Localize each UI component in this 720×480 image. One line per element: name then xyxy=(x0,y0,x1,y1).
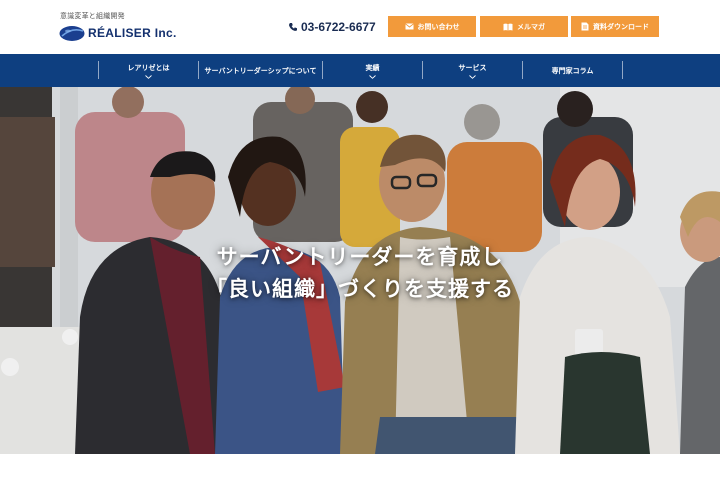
book-icon xyxy=(503,23,513,31)
chevron-down-icon xyxy=(145,74,152,79)
logo-text: RÉALISER Inc. xyxy=(88,26,177,40)
contact-button[interactable]: お問い合わせ xyxy=(388,16,476,37)
page-bottom-area xyxy=(0,454,720,480)
phone-number: 03-6722-6677 xyxy=(301,20,376,34)
download-button[interactable]: 資料ダウンロード xyxy=(571,16,659,37)
site-logo[interactable]: RÉALISER Inc. xyxy=(59,22,177,44)
main-nav: レアリゼとは サーバントリーダーシップについて 実績 サービス 専門家コラム xyxy=(0,54,720,87)
chevron-down-icon xyxy=(469,74,476,79)
download-button-label: 資料ダウンロード xyxy=(593,22,649,31)
site-header: 意識変革と組織開発 RÉALISER Inc. 03-6722-6677 お問い… xyxy=(0,0,720,54)
nav-item-about[interactable]: レアリゼとは xyxy=(99,54,198,87)
site-tagline: 意識変革と組織開発 xyxy=(60,12,125,20)
nav-item-label: サービス xyxy=(458,63,487,72)
nav-item-column[interactable]: 専門家コラム xyxy=(523,54,622,87)
phone-contact[interactable]: 03-6722-6677 xyxy=(288,19,376,35)
mailmag-button-label: メルマガ xyxy=(517,22,545,31)
nav-item-label: 専門家コラム xyxy=(551,66,594,75)
mailmag-button[interactable]: メルマガ xyxy=(480,16,568,37)
hero-headline-line1: サーバントリーダーを育成し xyxy=(216,245,504,269)
logo-mark-icon xyxy=(59,25,85,41)
envelope-icon xyxy=(404,23,414,30)
nav-item-label: サーバントリーダーシップについて xyxy=(204,66,317,75)
nav-item-label: 実績 xyxy=(365,63,380,72)
contact-button-label: お問い合わせ xyxy=(417,22,460,31)
document-icon xyxy=(581,22,589,31)
nav-divider xyxy=(622,61,623,79)
hero-banner: サーバントリーダーを育成し 「良い組織」づくりを支援する xyxy=(0,87,720,454)
hero-headline-line2: 「良い組織」づくりを支援する xyxy=(206,277,514,301)
nav-item-services[interactable]: サービス xyxy=(423,54,522,87)
phone-icon xyxy=(289,23,297,31)
nav-item-label: レアリゼとは xyxy=(127,63,170,72)
nav-item-servant-leadership[interactable]: サーバントリーダーシップについて xyxy=(199,54,322,87)
nav-item-results[interactable]: 実績 xyxy=(323,54,422,87)
chevron-down-icon xyxy=(369,74,376,79)
